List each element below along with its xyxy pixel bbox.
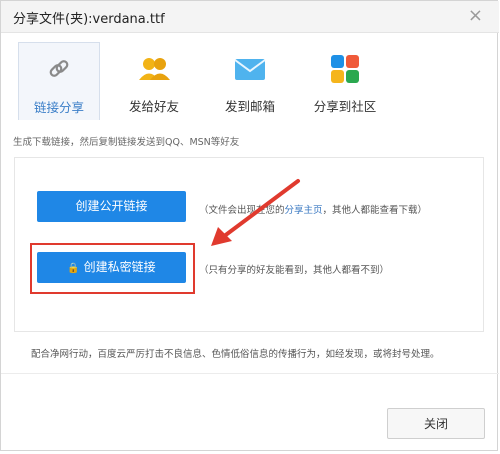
public-link-desc-prefix: （文件会出现在您的 xyxy=(199,205,285,216)
share-dialog: 分享文件(夹):verdana.ttf × 链接分享 发给好友 发到邮箱 分享到… xyxy=(0,0,499,451)
public-link-description: （文件会出现在您的分享主页，其他人都能查看下载） xyxy=(199,202,427,216)
share-homepage-link[interactable]: 分享主页 xyxy=(285,205,323,216)
private-link-button-label: 创建私密链接 xyxy=(83,260,156,274)
share-hint: 生成下载链接，然后复制链接发送到QQ、MSN等好友 xyxy=(13,137,240,148)
dialog-title: 分享文件(夹):verdana.ttf xyxy=(13,12,165,27)
tab-send-email[interactable]: 发到邮箱 xyxy=(209,42,291,120)
link-options-panel: 创建公开链接 （文件会出现在您的分享主页，其他人都能查看下载） 🔒 创建私密链接… xyxy=(14,157,484,332)
tab-send-friends[interactable]: 发给好友 xyxy=(113,42,195,120)
tab-send-friends-label: 发给好友 xyxy=(128,99,179,114)
friends-icon xyxy=(137,54,171,84)
close-button[interactable]: 关闭 xyxy=(387,408,485,439)
link-icon xyxy=(42,55,76,85)
lock-icon: 🔒 xyxy=(67,263,80,274)
compliance-notice: 配合净网行动，百度云严厉打击不良信息、色情低俗信息的传播行为，如经发现，或将封号… xyxy=(31,349,440,360)
mail-icon xyxy=(233,54,267,84)
create-private-link-button[interactable]: 🔒 创建私密链接 xyxy=(37,252,186,283)
tab-share-community[interactable]: 分享到社区 xyxy=(304,42,386,120)
create-public-link-button[interactable]: 创建公开链接 xyxy=(37,191,186,222)
community-icon xyxy=(328,54,362,84)
private-link-description: （只有分享的好友能看到，其他人都看不到） xyxy=(199,265,390,276)
share-tabs: 链接分享 发给好友 发到邮箱 分享到社区 xyxy=(1,32,499,123)
tab-send-email-label: 发到邮箱 xyxy=(224,99,275,114)
close-icon[interactable]: × xyxy=(468,5,483,27)
footer-divider xyxy=(1,373,499,374)
tab-link-share-label: 链接分享 xyxy=(33,100,84,115)
tab-share-community-label: 分享到社区 xyxy=(313,99,377,114)
title-bar: 分享文件(夹):verdana.ttf × xyxy=(1,1,499,33)
tab-link-share[interactable]: 链接分享 xyxy=(18,42,100,120)
public-link-desc-suffix: ，其他人都能查看下载） xyxy=(322,205,428,216)
